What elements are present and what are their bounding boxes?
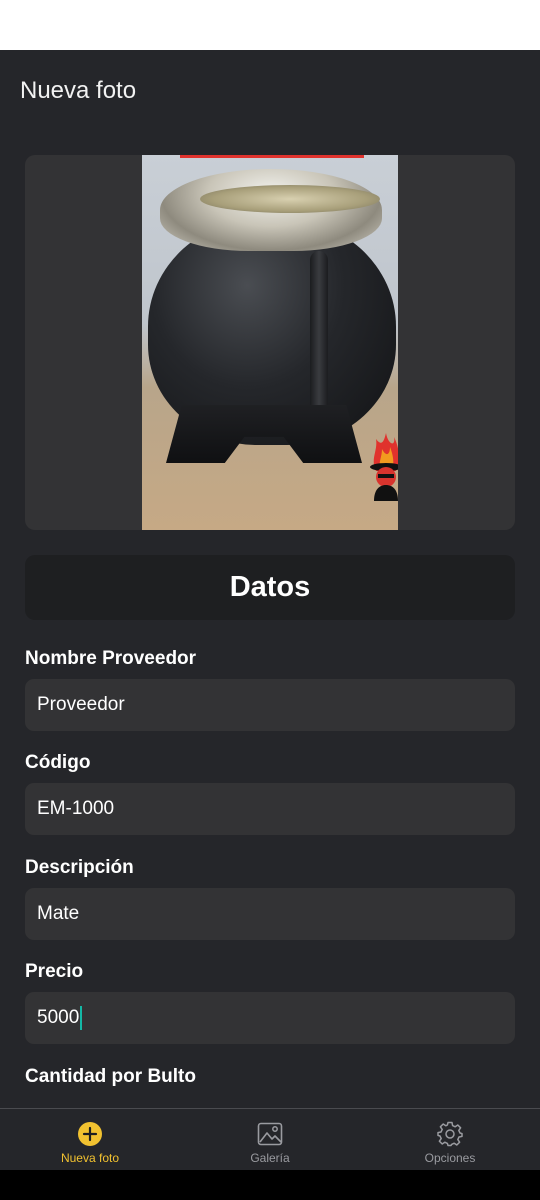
- descripcion-label: Descripción: [25, 857, 134, 878]
- app-screen: Nueva foto Datos Nombre Proveedor Provee…: [0, 50, 540, 1108]
- text-caret: [80, 1006, 83, 1030]
- image-icon: [257, 1122, 283, 1146]
- bottom-navigation: Nueva foto Galería Opciones: [0, 1108, 540, 1170]
- codigo-label: Código: [25, 752, 91, 773]
- nav-opciones[interactable]: Opciones: [360, 1109, 540, 1171]
- brand-logo-icon: [370, 433, 398, 501]
- precio-input[interactable]: 5000: [25, 992, 515, 1044]
- system-navigation-bar: [0, 1170, 540, 1200]
- codigo-input[interactable]: EM-1000: [25, 783, 515, 835]
- nav-galeria-label: Galería: [250, 1151, 290, 1165]
- descripcion-value: Mate: [37, 903, 80, 924]
- mate-rim-shape: [160, 169, 382, 251]
- gear-icon: [437, 1121, 463, 1147]
- datos-section-title: Datos: [25, 555, 515, 620]
- nav-nueva-foto-label: Nueva foto: [60, 1151, 120, 1165]
- proveedor-label: Nombre Proveedor: [25, 648, 197, 669]
- descripcion-input[interactable]: Mate: [25, 888, 515, 940]
- plus-circle-icon: [78, 1122, 102, 1146]
- precio-value: 5000: [37, 1007, 80, 1028]
- nav-nueva-foto[interactable]: Nueva foto: [0, 1109, 180, 1171]
- page-title: Nueva foto: [20, 77, 137, 104]
- mate-photo: [142, 155, 398, 530]
- status-bar: [0, 0, 540, 50]
- proveedor-input[interactable]: Proveedor: [25, 679, 515, 731]
- nav-galeria[interactable]: Galería: [180, 1109, 360, 1171]
- photo-preview[interactable]: [25, 155, 515, 530]
- mate-foot-shape: [166, 405, 362, 463]
- photo-red-strip: [180, 155, 364, 158]
- precio-label: Precio: [25, 961, 84, 982]
- nav-opciones-label: Opciones: [424, 1151, 476, 1165]
- codigo-value: EM-1000: [37, 798, 115, 819]
- cantidad-label: Cantidad por Bulto: [25, 1066, 196, 1087]
- proveedor-value: Proveedor: [37, 694, 125, 715]
